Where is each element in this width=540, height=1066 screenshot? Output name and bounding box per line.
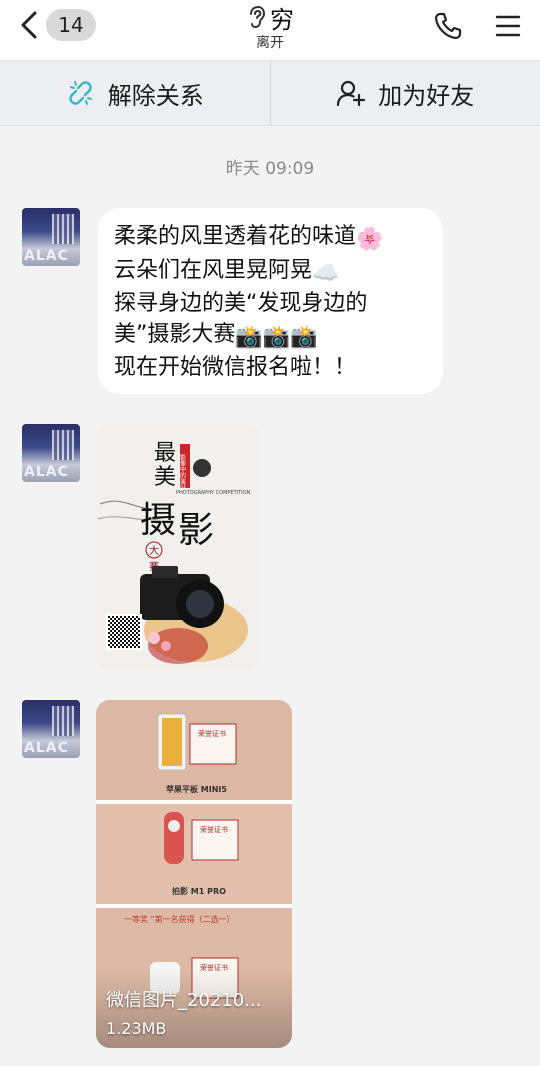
flower-decoration: [148, 632, 160, 644]
prize-label: 拍影 M1 PRO: [172, 886, 226, 896]
text-message-bubble[interactable]: 柔柔的风里透着花的味道🌸 云朵们在风里晃阿晃☁️ 探寻身边的美“发现身边的 美”…: [98, 208, 443, 394]
poster-big-title: 摄: [140, 500, 176, 541]
cherry-blossom-emoji: 🌸: [356, 227, 384, 252]
message-line-5: 现在开始微信报名啦！！: [114, 355, 357, 380]
poster-side-text: 影像中的美好: [179, 453, 186, 491]
tablet-screen: [162, 718, 182, 766]
photo-contest-poster: 最 美 影像中的美好 PHOTOGRAPHY COMPETITION 摄 影 大…: [96, 424, 260, 670]
unread-count-badge: 14: [46, 9, 96, 41]
relation-action-bar: 解除关系 加为好友: [0, 60, 540, 126]
poster-ornament: [193, 459, 211, 477]
camera-lens-glass: [186, 590, 214, 618]
avatar[interactable]: ALAC: [22, 700, 80, 758]
message-text: 美”摄影大赛: [114, 321, 236, 347]
cloud-emoji: ☁️: [312, 260, 340, 286]
unbind-relation-label: 解除关系: [107, 81, 204, 110]
prize-label: 苹果平板 MINI5: [166, 784, 227, 794]
avatar[interactable]: ALAC: [22, 424, 80, 482]
camera-viewfinder: [152, 566, 178, 578]
camera-flash-emoji: 📸📸📸: [235, 324, 318, 350]
image-divider: [96, 904, 292, 908]
add-friend-button[interactable]: 加为好友: [271, 61, 540, 125]
message-text: 柔柔的风里透着花的味道: [114, 224, 357, 249]
poster-image-message[interactable]: 最 美 影像中的美好 PHOTOGRAPHY COMPETITION 摄 影 大…: [96, 424, 260, 670]
message-timestamp: 昨天 09:09: [225, 159, 315, 179]
poster-seal-text: 大: [149, 544, 159, 557]
add-user-icon: [337, 80, 366, 107]
qr-code-pattern: [108, 616, 140, 648]
camera-prize-lens: [168, 820, 180, 832]
contact-name: 穷: [270, 5, 294, 34]
chat-title: 穷 离开: [200, 2, 340, 52]
avatar-text: ALAC: [24, 248, 69, 264]
poster-title: 最: [154, 441, 176, 466]
back-button[interactable]: 14: [18, 8, 98, 42]
certificate-title: 荣誉证书: [198, 729, 226, 738]
avatar-text: ALAC: [24, 464, 69, 480]
menu-button[interactable]: [490, 8, 526, 44]
avatar-building-graphic: [52, 430, 74, 460]
avatar[interactable]: ALAC: [22, 208, 80, 266]
top-bar: 14 穷 离开: [0, 0, 540, 60]
certificate-title: 荣誉证书: [200, 825, 228, 834]
ear-icon: [250, 5, 266, 29]
image-divider: [96, 800, 292, 804]
avatar-text: ALAC: [24, 740, 69, 756]
chevron-left-icon: [21, 11, 37, 39]
message-line-2: 云朵们在风里晃阿晃☁️: [114, 256, 427, 290]
avatar-building-graphic: [52, 214, 74, 244]
add-friend-label: 加为好友: [378, 81, 475, 110]
poster-english-title: PHOTOGRAPHY COMPETITION: [176, 490, 251, 496]
unbind-relation-button[interactable]: 解除关系: [0, 61, 270, 125]
prize-banner: 一等奖 “第一名获得（二选一）: [124, 914, 235, 924]
unlink-icon: [69, 81, 92, 105]
call-button[interactable]: [430, 8, 466, 44]
flower-decoration: [161, 641, 171, 651]
file-size: 1.23MB: [106, 1019, 167, 1038]
camera-prize: [164, 812, 184, 864]
message-line-1: 柔柔的风里透着花的味道🌸: [114, 222, 427, 256]
file-name: 微信图片_20210...: [106, 990, 262, 1011]
phone-icon: [434, 12, 462, 40]
message-text: 云朵们在风里晃阿晃: [114, 257, 313, 283]
menu-icon: [495, 15, 521, 37]
message-line-4: 美”摄影大赛📸📸📸: [114, 320, 427, 354]
contact-status: 离开: [256, 35, 284, 51]
avatar-building-graphic: [52, 706, 74, 736]
message-line-3: 探寻身边的美“发现身边的: [114, 291, 368, 316]
prize-image-message[interactable]: 荣誉证书 苹果平板 MINI5 荣誉证书 拍影 M1 PRO 一等奖 “第一名获…: [96, 700, 292, 1048]
poster-title: 美: [154, 465, 176, 490]
poster-big-title: 影: [178, 510, 214, 551]
